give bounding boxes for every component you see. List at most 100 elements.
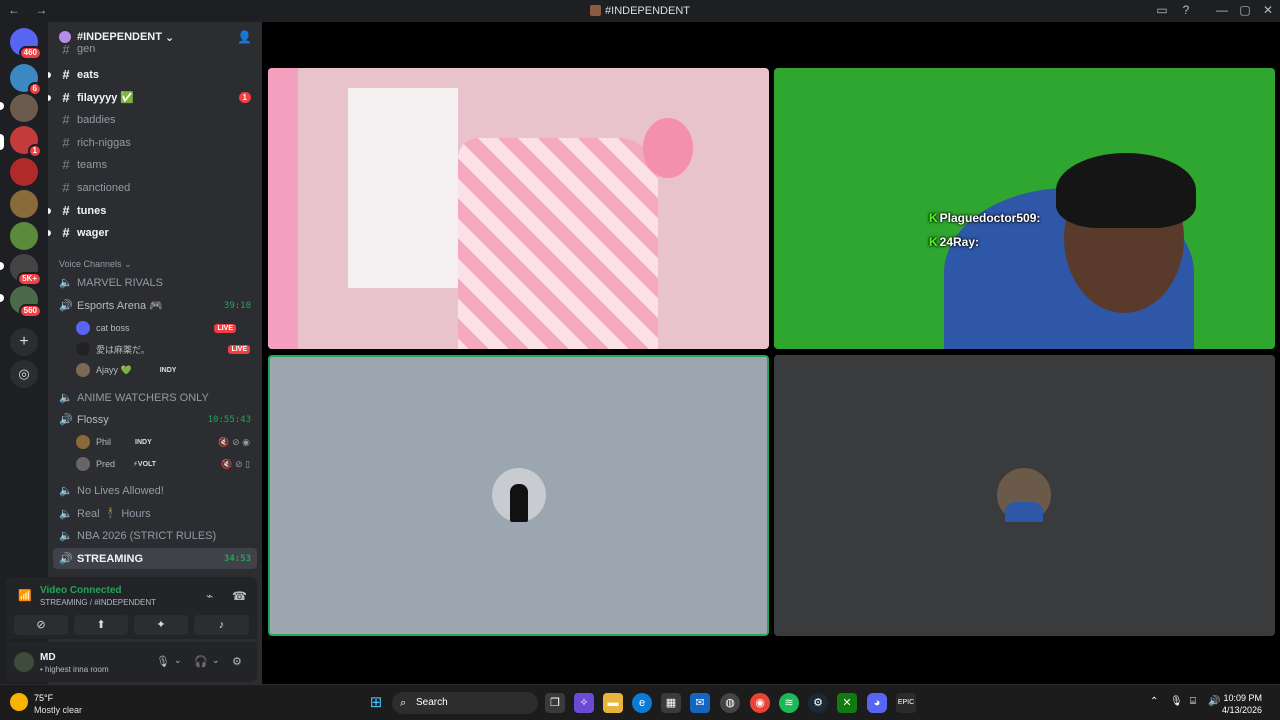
maximize-button[interactable]: ▢ [1237, 3, 1253, 17]
voice-channel-no-lives-allowed[interactable]: 🔈 No Lives Allowed! [53, 480, 257, 501]
file-explorer-icon[interactable]: ▬ [603, 693, 623, 713]
member-name: Pred [96, 459, 116, 469]
minimize-button[interactable]: — [1214, 3, 1230, 17]
channel-tunes[interactable]: # tunes [48, 200, 257, 221]
channel-teams[interactable]: # teams [53, 154, 257, 175]
video-tile-stream-1[interactable] [268, 68, 769, 349]
network-icon[interactable]: ⌸ [1190, 696, 1196, 707]
clock[interactable]: 10:09 PM 4/13/2026 [1222, 692, 1262, 716]
microphone-tray-icon[interactable]: 🎙 [1170, 696, 1183, 707]
screen-share-icon: ⬆ [96, 619, 106, 631]
discord-icon[interactable]: ◕ [867, 693, 887, 713]
screen-share-button[interactable]: ⬆ [74, 615, 128, 635]
hash-icon: # [62, 225, 70, 240]
channel-gen[interactable]: # gen [53, 42, 257, 56]
channel-wager[interactable]: # wager [48, 222, 257, 243]
hash-icon: # [62, 157, 70, 172]
outlook-icon[interactable]: ✉ [690, 693, 710, 713]
member-name: cat boss [96, 323, 130, 333]
soundboard-button[interactable]: ♪ [194, 615, 249, 635]
settings-gear-icon[interactable]: ⚙ [232, 655, 242, 668]
teddy-bear-image [643, 118, 693, 178]
video-tile-user-speaking[interactable] [268, 355, 769, 636]
channel-baddies[interactable]: # baddies [53, 109, 257, 130]
task-view-icon[interactable]: ❐ [545, 693, 565, 713]
voice-location: STREAMING / #INDEPENDENT [40, 598, 157, 607]
channel-filayyyy[interactable]: # filayyyy ✅ 1 [48, 87, 257, 108]
member-name: 愛は麻薬だ。 [96, 344, 150, 355]
headphones-icon[interactable]: 🎧 [194, 655, 208, 668]
server-icon-1[interactable]: 6 [10, 64, 42, 96]
voice-channel-marvel-rivals[interactable]: 🔈 MARVEL RIVALS [53, 272, 257, 293]
epic-games-icon[interactable]: EPIC [896, 693, 916, 713]
channel-label: baddies [77, 113, 116, 126]
voice-channel-anime-watchers[interactable]: 🔈 ANIME WATCHERS ONLY [53, 387, 257, 408]
channel-label: Hours [121, 507, 151, 520]
channel-rich-niggas[interactable]: # rich-niggas [53, 132, 257, 153]
dm-home-icon[interactable]: 460 [10, 28, 42, 60]
voice-member[interactable]: 愛は麻薬だ。 LIVE [76, 339, 254, 359]
speaker-icon: 🔊 [59, 553, 73, 565]
speaker-icon: 🔈 [59, 392, 73, 404]
chevron-down-icon[interactable]: ⌄ [212, 655, 220, 666]
help-icon[interactable]: ? [1178, 3, 1194, 17]
server-icon-5[interactable] [10, 190, 38, 218]
channel-label: Esports Arena 🎮 [77, 300, 163, 312]
server-icon-7[interactable]: 5K+ [10, 254, 42, 286]
overlay-name: Plaguedoctor509: [939, 211, 1041, 225]
camera-toggle-button[interactable]: ⊘ [14, 615, 68, 635]
xbox-icon[interactable]: ✕ [837, 693, 857, 713]
chevron-down-icon: ⌄ [124, 259, 132, 269]
store-icon[interactable]: ▦ [661, 693, 681, 713]
voice-channel-esports-arena[interactable]: 🔊 Esports Arena 🎮 39:10 [53, 295, 257, 316]
voice-member[interactable]: cat boss LIVE [76, 318, 254, 338]
username[interactable]: MD [40, 652, 56, 663]
channel-label: filayyyy ✅ [77, 92, 135, 104]
channel-eats[interactable]: # eats [48, 64, 257, 85]
tray-chevron-icon[interactable]: ⌃ [1150, 696, 1158, 707]
start-icon[interactable]: ⊞ [366, 693, 386, 713]
github-icon[interactable]: ◍ [720, 693, 740, 713]
spotify-icon[interactable]: ≋ [779, 693, 799, 713]
windows-taskbar: 75°F Mostly clear ⊞ ⌕ Search ❐ ✧ ▬ e ▦ ✉ … [0, 684, 1280, 720]
hash-icon: # [62, 67, 70, 82]
microphone-icon[interactable]: 🎙 [156, 655, 170, 668]
hash-icon: # [62, 203, 70, 218]
video-tile-user[interactable] [774, 355, 1275, 636]
avatar[interactable] [14, 652, 34, 672]
search-box[interactable]: ⌕ Search [392, 692, 538, 714]
voice-channel-nba-2026[interactable]: 🔈 NBA 2026 (STRICT RULES) [53, 525, 257, 546]
server-icon-4[interactable] [10, 158, 38, 186]
voice-channel-real-hours[interactable]: 🔈 Real 🕴 Hours [53, 503, 257, 524]
server-icon-6[interactable] [10, 222, 38, 250]
server-icon-2[interactable] [10, 94, 38, 122]
server-icon-8[interactable]: 560 [10, 286, 42, 318]
screen-share-icon[interactable]: ▭ [1154, 3, 1170, 17]
video-tile-stream-2[interactable]: K Plaguedoctor509: K 24Ray: [774, 68, 1275, 349]
noise-suppression-icon[interactable]: ⌁ [206, 589, 213, 603]
chrome-icon[interactable]: ◉ [750, 693, 770, 713]
chevron-down-icon[interactable]: ⌄ [174, 655, 182, 666]
voice-member[interactable]: Pred ⚡VOLT 🔇 ⊘ ▯ [76, 454, 254, 474]
voice-channel-streaming[interactable]: 🔊 STREAMING 34:53 [53, 548, 257, 569]
copilot-icon[interactable]: ✧ [574, 693, 594, 713]
channel-sanctioned[interactable]: # sanctioned [53, 177, 257, 198]
steam-icon[interactable]: ⚙ [808, 693, 828, 713]
user-status: • highest inna room [40, 665, 109, 674]
close-button[interactable]: ✕ [1260, 3, 1276, 17]
signal-icon[interactable]: 📶 [18, 589, 32, 602]
volume-icon[interactable]: 🔊 [1208, 696, 1220, 707]
discover-icon[interactable]: ◎ [10, 360, 38, 388]
edge-icon[interactable]: e [632, 693, 652, 713]
voice-channel-flossy[interactable]: 🔊 Flossy 10:55:43 [53, 409, 257, 430]
voice-category[interactable]: Voice Channels ⌄ [59, 259, 132, 270]
channel-label: Real [77, 507, 100, 520]
server-icon-3[interactable]: 1 [10, 126, 42, 158]
add-server-icon[interactable]: + [10, 328, 38, 356]
voice-member[interactable]: Phil INDY 🔇 ⊘ ◉ [76, 432, 254, 452]
category-label: Voice Channels [59, 259, 122, 269]
voice-member[interactable]: Ajayy 💚 INDY [76, 360, 254, 380]
disconnect-icon[interactable]: ☎ [232, 589, 247, 603]
voice-status[interactable]: Video Connected [40, 585, 122, 596]
activities-button[interactable]: ✦ [134, 615, 188, 635]
